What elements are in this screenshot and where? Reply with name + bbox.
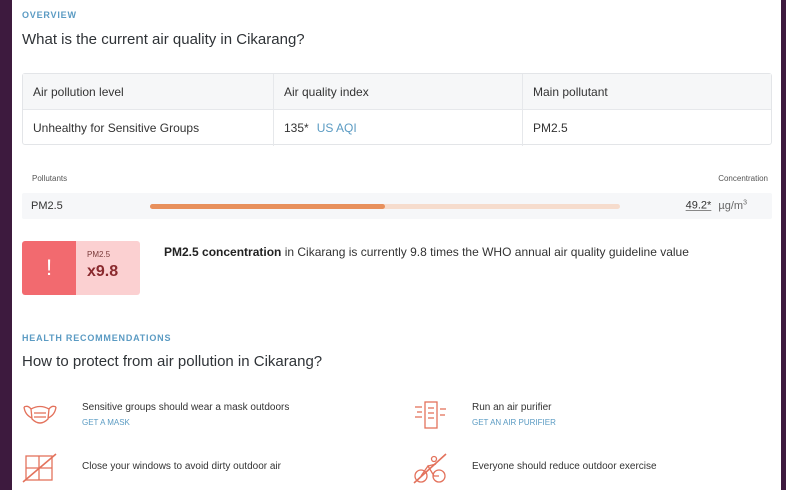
overview-title: What is the current air quality in Cikar… [22,31,305,48]
pollutant-row: PM2.5 49.2* µg/m3 [22,193,772,219]
who-text-rest: in Cikarang is currently 9.8 times the W… [281,245,689,259]
mask-icon [23,405,57,424]
health-eyebrow: HEALTH RECOMMENDATIONS [22,333,172,343]
closed-window-icon [22,453,57,483]
concentration-bar-track [150,204,620,209]
pollutants-label: Pollutants [32,174,68,183]
concentration-value-group: 49.2* µg/m3 [686,199,747,212]
multiplier-box: PM2.5 x9.8 [76,241,140,295]
overview-eyebrow: OVERVIEW [22,10,77,20]
badge-multiplier: x9.8 [87,263,119,280]
concentration-unit: µg/m3 [718,199,747,212]
concentration-label: Concentration [718,174,768,183]
recommendation-reduce-exercise: Everyone should reduce outdoor exercise [412,452,752,486]
summary-value-row: Unhealthy for Sensitive Groups 135* US A… [23,110,771,146]
main-pollutant-value: PM2.5 [522,110,771,146]
window-frame-left [0,0,12,490]
header-main-pollutant: Main pollutant [522,74,771,109]
summary-header-row: Air pollution level Air quality index Ma… [23,74,771,110]
unit-base: µg/m [718,199,744,212]
air-quality-panel: OVERVIEW What is the current air quality… [12,0,781,490]
exclamation-icon: ! [45,255,53,280]
recommendation-close-windows: Close your windows to avoid dirty outdoo… [22,452,362,486]
no-cycling-icon [413,453,447,484]
header-pollution-level: Air pollution level [33,84,124,99]
aqi-value: 135* [284,121,309,135]
get-air-purifier-link[interactable]: GET AN AIR PURIFIER [472,418,556,427]
rec-mask-text: Sensitive groups should wear a mask outd… [82,402,290,413]
recommendation-mask: Sensitive groups should wear a mask outd… [22,399,362,433]
who-text-bold: PM2.5 concentration [164,245,282,259]
get-mask-link[interactable]: GET A MASK [82,418,130,427]
concentration-bar-fill [150,204,385,209]
rec-purifier-text: Run an air purifier [472,402,552,413]
badge-pollutant: PM2.5 [87,250,111,259]
window-frame-right [781,0,786,490]
header-aqi: Air quality index [273,74,522,109]
rec-exercise-text: Everyone should reduce outdoor exercise [472,461,657,472]
warning-icon-box: ! [22,241,76,295]
who-guideline-text: PM2.5 concentration in Cikarang is curre… [164,245,689,259]
unit-exponent: 3 [743,199,747,206]
pollutant-name: PM2.5 [31,200,63,212]
summary-table: Air pollution level Air quality index Ma… [22,73,772,146]
aqi-unit-link[interactable]: US AQI [317,121,357,135]
recommendation-air-purifier: Run an air purifier GET AN AIR PURIFIER [412,399,752,433]
health-title: How to protect from air pollution in Cik… [22,353,323,370]
aqi-cell: 135* US AQI [273,110,522,146]
who-multiplier-badge: ! PM2.5 x9.8 [22,241,140,295]
rec-windows-text: Close your windows to avoid dirty outdoo… [82,461,281,472]
concentration-value[interactable]: 49.2* [686,200,712,212]
pollution-level-value: Unhealthy for Sensitive Groups [33,121,200,135]
air-purifier-icon [415,401,446,429]
